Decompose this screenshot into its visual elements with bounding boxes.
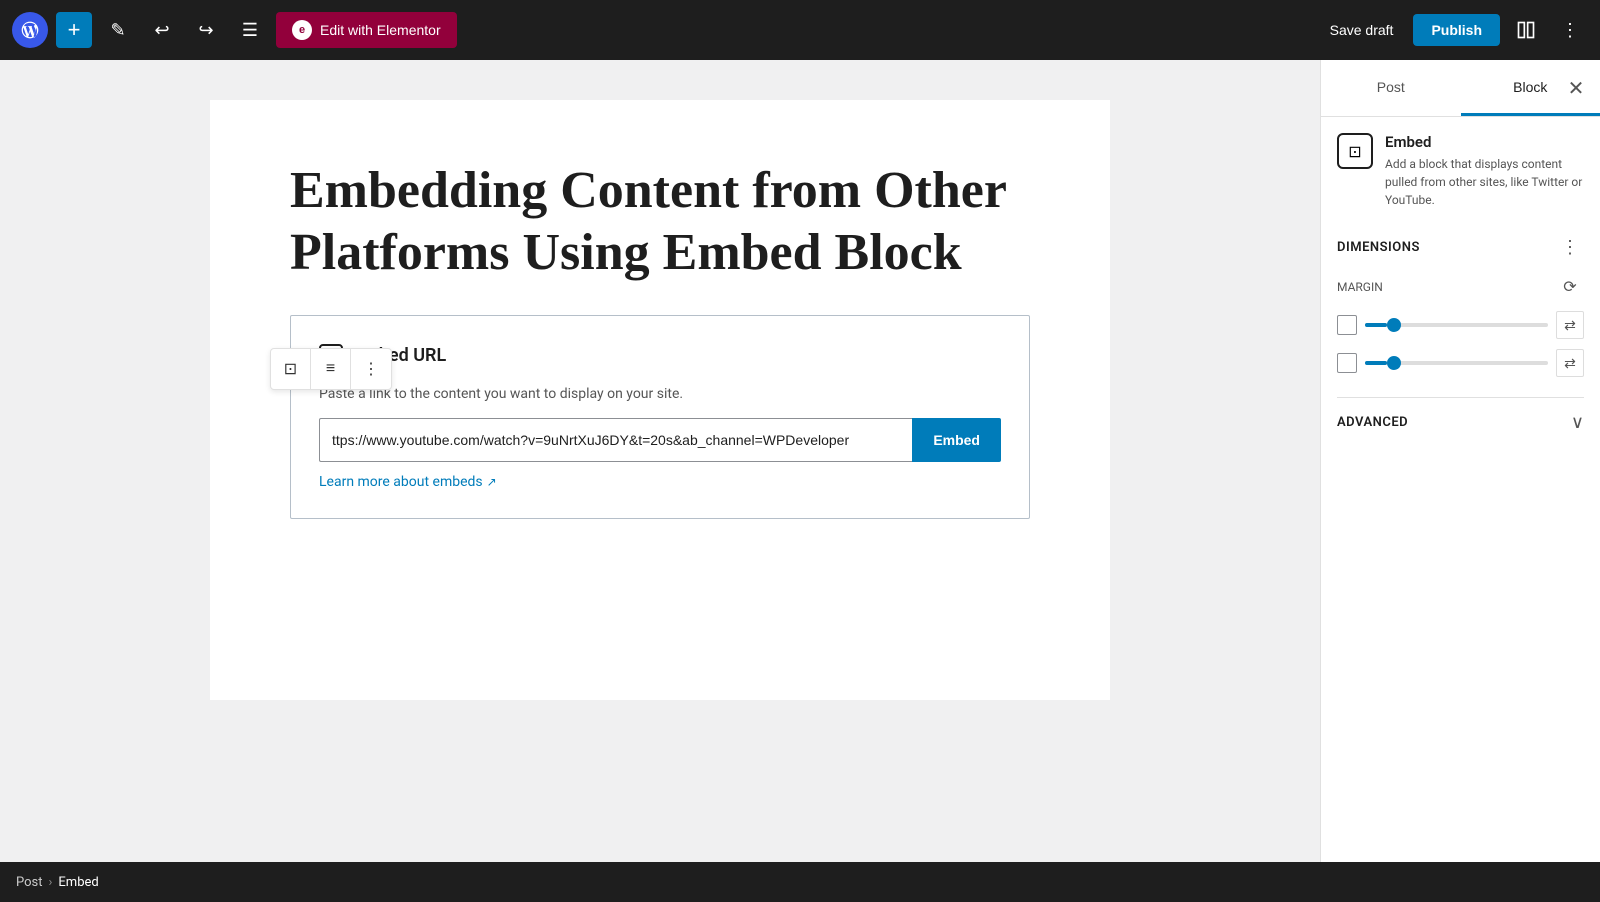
- dimensions-title: Dimensions: [1337, 240, 1420, 255]
- editor-content: Embedding Content from Other Platforms U…: [210, 100, 1110, 700]
- block-toolbar: ⊡ ≡ ⋮: [270, 348, 392, 390]
- redo-button[interactable]: ↪: [188, 12, 224, 48]
- advanced-toggle-button[interactable]: ∨: [1571, 412, 1584, 433]
- tools-button[interactable]: ✎: [100, 12, 136, 48]
- dimensions-section: Dimensions ⋮ MARGIN ⟳ ⇄: [1337, 233, 1584, 377]
- list-view-button[interactable]: ☰: [232, 12, 268, 48]
- block-info-text: Embed Add a block that displays content …: [1385, 133, 1584, 209]
- elementor-edit-button[interactable]: e Edit with Elementor: [276, 12, 457, 48]
- align-icon: ≡: [326, 360, 335, 378]
- breadcrumb-separator: ›: [49, 875, 53, 890]
- block-info-icon: ⊡: [1337, 133, 1373, 169]
- settings-sidebar-button[interactable]: [1508, 12, 1544, 48]
- breadcrumb-post[interactable]: Post: [16, 875, 43, 890]
- embed-input-row: Embed: [319, 418, 1001, 462]
- save-draft-button[interactable]: Save draft: [1318, 14, 1406, 46]
- block-more-button[interactable]: ⋮: [351, 349, 391, 389]
- breadcrumb-current: Embed: [58, 875, 98, 890]
- advanced-header[interactable]: Advanced ∨: [1337, 412, 1584, 433]
- elementor-label: Edit with Elementor: [320, 22, 441, 38]
- sidebar-tabs: Post Block ✕: [1321, 60, 1600, 117]
- margin-fill-1: [1365, 323, 1387, 327]
- embed-submit-button[interactable]: Embed: [912, 418, 1001, 462]
- main-layout: Embedding Content from Other Platforms U…: [0, 60, 1600, 862]
- tab-post[interactable]: Post: [1321, 60, 1461, 116]
- add-block-button[interactable]: +: [56, 12, 92, 48]
- undo-button[interactable]: ↩: [144, 12, 180, 48]
- publish-button[interactable]: Publish: [1413, 14, 1500, 46]
- embed-block-icon: ⊡: [284, 359, 297, 379]
- embed-block: ⊡ Embed URL Paste a link to the content …: [290, 315, 1030, 519]
- margin-input-box-2[interactable]: [1337, 353, 1357, 373]
- top-toolbar: + ✎ ↩ ↪ ☰ e Edit with Elementor Save dra…: [0, 0, 1600, 60]
- sidebar-body: ⊡ Embed Add a block that displays conten…: [1321, 117, 1600, 862]
- margin-thumb-1: [1387, 318, 1401, 332]
- margin-input-box-1[interactable]: [1337, 315, 1357, 335]
- breadcrumb-bar: Post › Embed: [0, 862, 1600, 902]
- dimensions-more-button[interactable]: ⋮: [1556, 233, 1584, 261]
- block-description: Add a block that displays content pulled…: [1385, 155, 1584, 209]
- block-type-button[interactable]: ⊡: [271, 349, 311, 389]
- margin-fill-2: [1365, 361, 1387, 365]
- embed-url-input[interactable]: [319, 418, 912, 462]
- dimensions-header: Dimensions ⋮: [1337, 233, 1584, 261]
- editor-area: Embedding Content from Other Platforms U…: [0, 60, 1320, 862]
- right-sidebar: Post Block ✕ ⊡ Embed Add a block that di…: [1320, 60, 1600, 862]
- margin-slider-1[interactable]: [1365, 323, 1548, 327]
- elementor-icon: e: [292, 20, 312, 40]
- block-align-button[interactable]: ≡: [311, 349, 351, 389]
- embed-block-description: Paste a link to the content you want to …: [319, 386, 1001, 402]
- margin-thumb-2: [1387, 356, 1401, 370]
- sidebar-close-button[interactable]: ✕: [1560, 72, 1592, 104]
- advanced-section: Advanced ∨: [1337, 397, 1584, 433]
- more-options-button[interactable]: ⋮: [1552, 12, 1588, 48]
- learn-more-text: Learn more about embeds: [319, 474, 483, 490]
- margin-row-2: ⇄: [1337, 349, 1584, 377]
- embed-block-header: ⊡ Embed URL: [319, 344, 1001, 368]
- block-info-section: ⊡ Embed Add a block that displays conten…: [1337, 133, 1584, 209]
- advanced-title: Advanced: [1337, 415, 1408, 430]
- margin-text: MARGIN: [1337, 280, 1383, 294]
- margin-slider-2[interactable]: [1365, 361, 1548, 365]
- learn-more-link[interactable]: Learn more about embeds ↗: [319, 474, 497, 490]
- margin-unlink-button-2[interactable]: ⇄: [1556, 349, 1584, 377]
- wordpress-logo: [12, 12, 48, 48]
- margin-reset-button[interactable]: ⟳: [1556, 273, 1584, 301]
- more-icon: ⋮: [363, 359, 379, 379]
- external-link-icon: ↗: [487, 475, 497, 489]
- margin-label: MARGIN ⟳: [1337, 273, 1584, 301]
- margin-row-1: ⇄: [1337, 311, 1584, 339]
- margin-unlink-button-1[interactable]: ⇄: [1556, 311, 1584, 339]
- block-name: Embed: [1385, 133, 1584, 151]
- page-title: Embedding Content from Other Platforms U…: [290, 160, 1030, 285]
